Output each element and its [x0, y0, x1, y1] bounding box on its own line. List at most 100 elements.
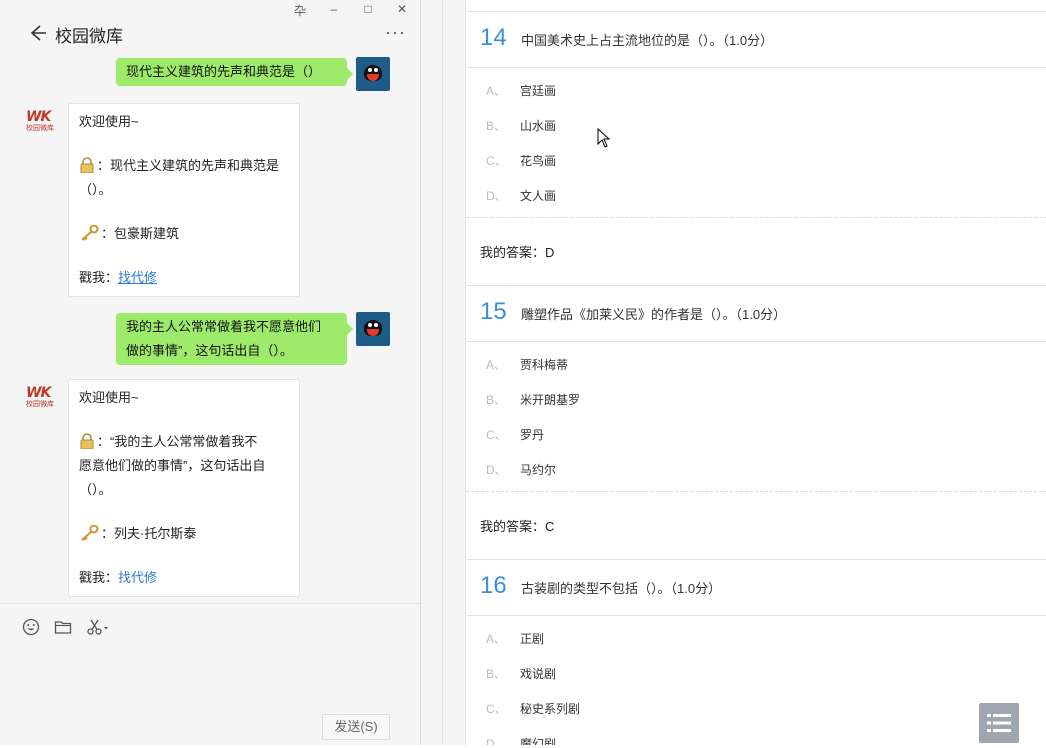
- message-list[interactable]: 现代主义建筑的先声和典范是（） WK 校园微库 欢迎使用~ ：现代主义建筑的先声…: [0, 55, 420, 603]
- back-arrow-icon[interactable]: [26, 22, 48, 44]
- sent-message: 我的主人公常常做着我不愿意他们 做的事情”，这句话出自（）。: [116, 313, 353, 365]
- option-c[interactable]: C、 花鸟画: [486, 152, 556, 169]
- sent-text: 现代主义建筑的先声和典范是（）: [126, 64, 322, 79]
- option-a[interactable]: A、 宫廷画: [486, 82, 556, 99]
- question-text: （）。: [79, 482, 112, 497]
- question-text: ：现代主义建筑的先声和典范是（）。: [79, 158, 280, 197]
- option-a[interactable]: A、 贾科梅蒂: [486, 356, 568, 373]
- footer-line: 戳我：找代修: [79, 266, 289, 290]
- pin-button[interactable]: 卆: [290, 2, 310, 19]
- sent-text: 我的主人公常常做着我不愿意他们: [126, 319, 322, 334]
- option-text: 米开朗基罗: [520, 393, 581, 407]
- lock-icon: [80, 433, 94, 449]
- logo-subtext: 校园微库: [26, 125, 54, 132]
- option-letter: C、: [486, 428, 507, 442]
- option-letter: D、: [486, 737, 507, 745]
- find-repair-link[interactable]: 找代修: [118, 270, 157, 285]
- my-answer-text: 我的答案：C: [480, 519, 555, 534]
- option-c[interactable]: C、 罗丹: [486, 426, 544, 443]
- question-text: ：“我的主人公常常做着我不: [97, 434, 258, 449]
- option-letter: C、: [486, 154, 507, 168]
- input-toolbar: [22, 618, 110, 636]
- option-d[interactable]: D、 魔幻剧: [486, 735, 556, 745]
- option-text: 文人画: [520, 189, 557, 203]
- option-text: 宫廷画: [520, 84, 557, 98]
- bot-reply: 欢迎使用~ ：现代主义建筑的先声和典范是（）。 ：包豪斯建筑 戳我：找代修: [68, 103, 300, 297]
- option-letter: C、: [486, 702, 507, 716]
- option-c[interactable]: C、 秘史系列剧: [486, 700, 580, 717]
- option-text: 秘史系列剧: [520, 702, 581, 716]
- option-text: 花鸟画: [520, 154, 557, 168]
- question-header: 14 中国美术史上占主流地位的是（）。（1.0分）: [466, 11, 1046, 68]
- question-text: 雕塑作品《加莱义民》的作者是（）。（1.0分）: [521, 307, 787, 322]
- option-d[interactable]: D、 文人画: [486, 187, 556, 204]
- question-text: 古装剧的类型不包括（）。（1.0分）: [521, 581, 722, 596]
- question-header: 16 古装剧的类型不包括（）。（1.0分）: [466, 559, 1046, 616]
- answer-line: ：列夫·托尔斯泰: [79, 522, 289, 546]
- footer-line: 戳我：找代修: [79, 566, 289, 590]
- option-b[interactable]: B、 米开朗基罗: [486, 391, 580, 408]
- wk-logo: WK 校园微库: [26, 386, 58, 410]
- quiz-panel[interactable]: 14 中国美术史上占主流地位的是（）。（1.0分） A、 宫廷画 B、 山水画 C、…: [465, 0, 1046, 745]
- option-text: 贾科梅蒂: [520, 358, 569, 372]
- option-text: 魔幻剧: [520, 737, 557, 745]
- option-text: 马约尔: [520, 463, 557, 477]
- send-button[interactable]: 发送(S): [322, 714, 390, 740]
- mouse-cursor-icon: [597, 128, 611, 148]
- option-text: 罗丹: [520, 428, 545, 442]
- divider-strip: [421, 0, 465, 745]
- question-number: 16: [480, 572, 507, 599]
- my-answer: 我的答案：C: [466, 491, 1046, 560]
- sent-bubble: 现代主义建筑的先声和典范是（）: [116, 58, 353, 86]
- minimize-button[interactable]: –: [324, 2, 344, 19]
- greeting: 欢迎使用~: [79, 114, 139, 129]
- wk-logo: WK 校园微库: [26, 110, 58, 134]
- maximize-button[interactable]: □: [358, 2, 378, 19]
- option-letter: B、: [486, 667, 507, 681]
- question-line: ：“我的主人公常常做着我不: [79, 430, 289, 454]
- input-divider: [0, 603, 420, 604]
- emoji-icon[interactable]: [22, 618, 40, 636]
- question-header: 15 雕塑作品《加莱义民》的作者是（）。（1.0分）: [466, 285, 1046, 342]
- sent-bubble: 我的主人公常常做着我不愿意他们 做的事情”，这句话出自（）。: [116, 313, 353, 365]
- answer-text: ：列夫·托尔斯泰: [101, 526, 197, 541]
- my-answer: 我的答案：D: [466, 217, 1046, 286]
- option-text: 戏说剧: [520, 667, 557, 681]
- scissors-icon[interactable]: [86, 618, 110, 636]
- option-text: 正剧: [520, 632, 545, 646]
- question-text: 愿意他们做的事情”，这句话出自: [79, 458, 266, 473]
- option-text: 山水画: [520, 119, 557, 133]
- my-answer-text: 我的答案：D: [480, 245, 555, 260]
- list-menu-button[interactable]: [979, 703, 1019, 743]
- chat-title: 校园微库: [55, 27, 123, 46]
- footer-label: 戳我：: [79, 270, 119, 285]
- logo-subtext: 校园微库: [26, 401, 54, 408]
- option-b[interactable]: B、 戏说剧: [486, 665, 556, 682]
- key-icon: [81, 225, 99, 241]
- answer-line: ：包豪斯建筑: [79, 222, 289, 246]
- chat-panel: 卆 – □ ✕ 校园微库 ··· 现代主义建筑的先声和典范是（） WK 校园微库…: [0, 0, 421, 745]
- question-line: ：现代主义建筑的先声和典范是（）。: [79, 154, 289, 202]
- question-number: 14: [480, 24, 507, 51]
- window-controls: 卆 – □ ✕: [290, 2, 412, 19]
- user-avatar[interactable]: [356, 57, 390, 91]
- bot-reply: 欢迎使用~ ：“我的主人公常常做着我不 愿意他们做的事情”，这句话出自 （）。 …: [68, 379, 300, 597]
- option-d[interactable]: D、 马约尔: [486, 461, 556, 478]
- option-a[interactable]: A、 正剧: [486, 630, 544, 647]
- chat-header: 校园微库 ···: [0, 18, 420, 52]
- sent-message: 现代主义建筑的先声和典范是（）: [116, 58, 353, 86]
- option-letter: A、: [486, 632, 507, 646]
- option-b[interactable]: B、 山水画: [486, 117, 556, 134]
- option-letter: B、: [486, 119, 507, 133]
- logo-text: WK: [26, 385, 51, 401]
- sent-text: 做的事情”，这句话出自（）。: [126, 343, 293, 358]
- option-letter: A、: [486, 84, 507, 98]
- user-avatar[interactable]: [356, 312, 390, 346]
- option-letter: A、: [486, 358, 507, 372]
- folder-icon[interactable]: [54, 618, 72, 636]
- find-repair-link[interactable]: 找代修: [118, 570, 157, 585]
- more-icon[interactable]: ···: [385, 22, 406, 43]
- close-button[interactable]: ✕: [392, 2, 412, 19]
- option-letter: D、: [486, 463, 507, 477]
- answer-text: ：包豪斯建筑: [101, 226, 180, 241]
